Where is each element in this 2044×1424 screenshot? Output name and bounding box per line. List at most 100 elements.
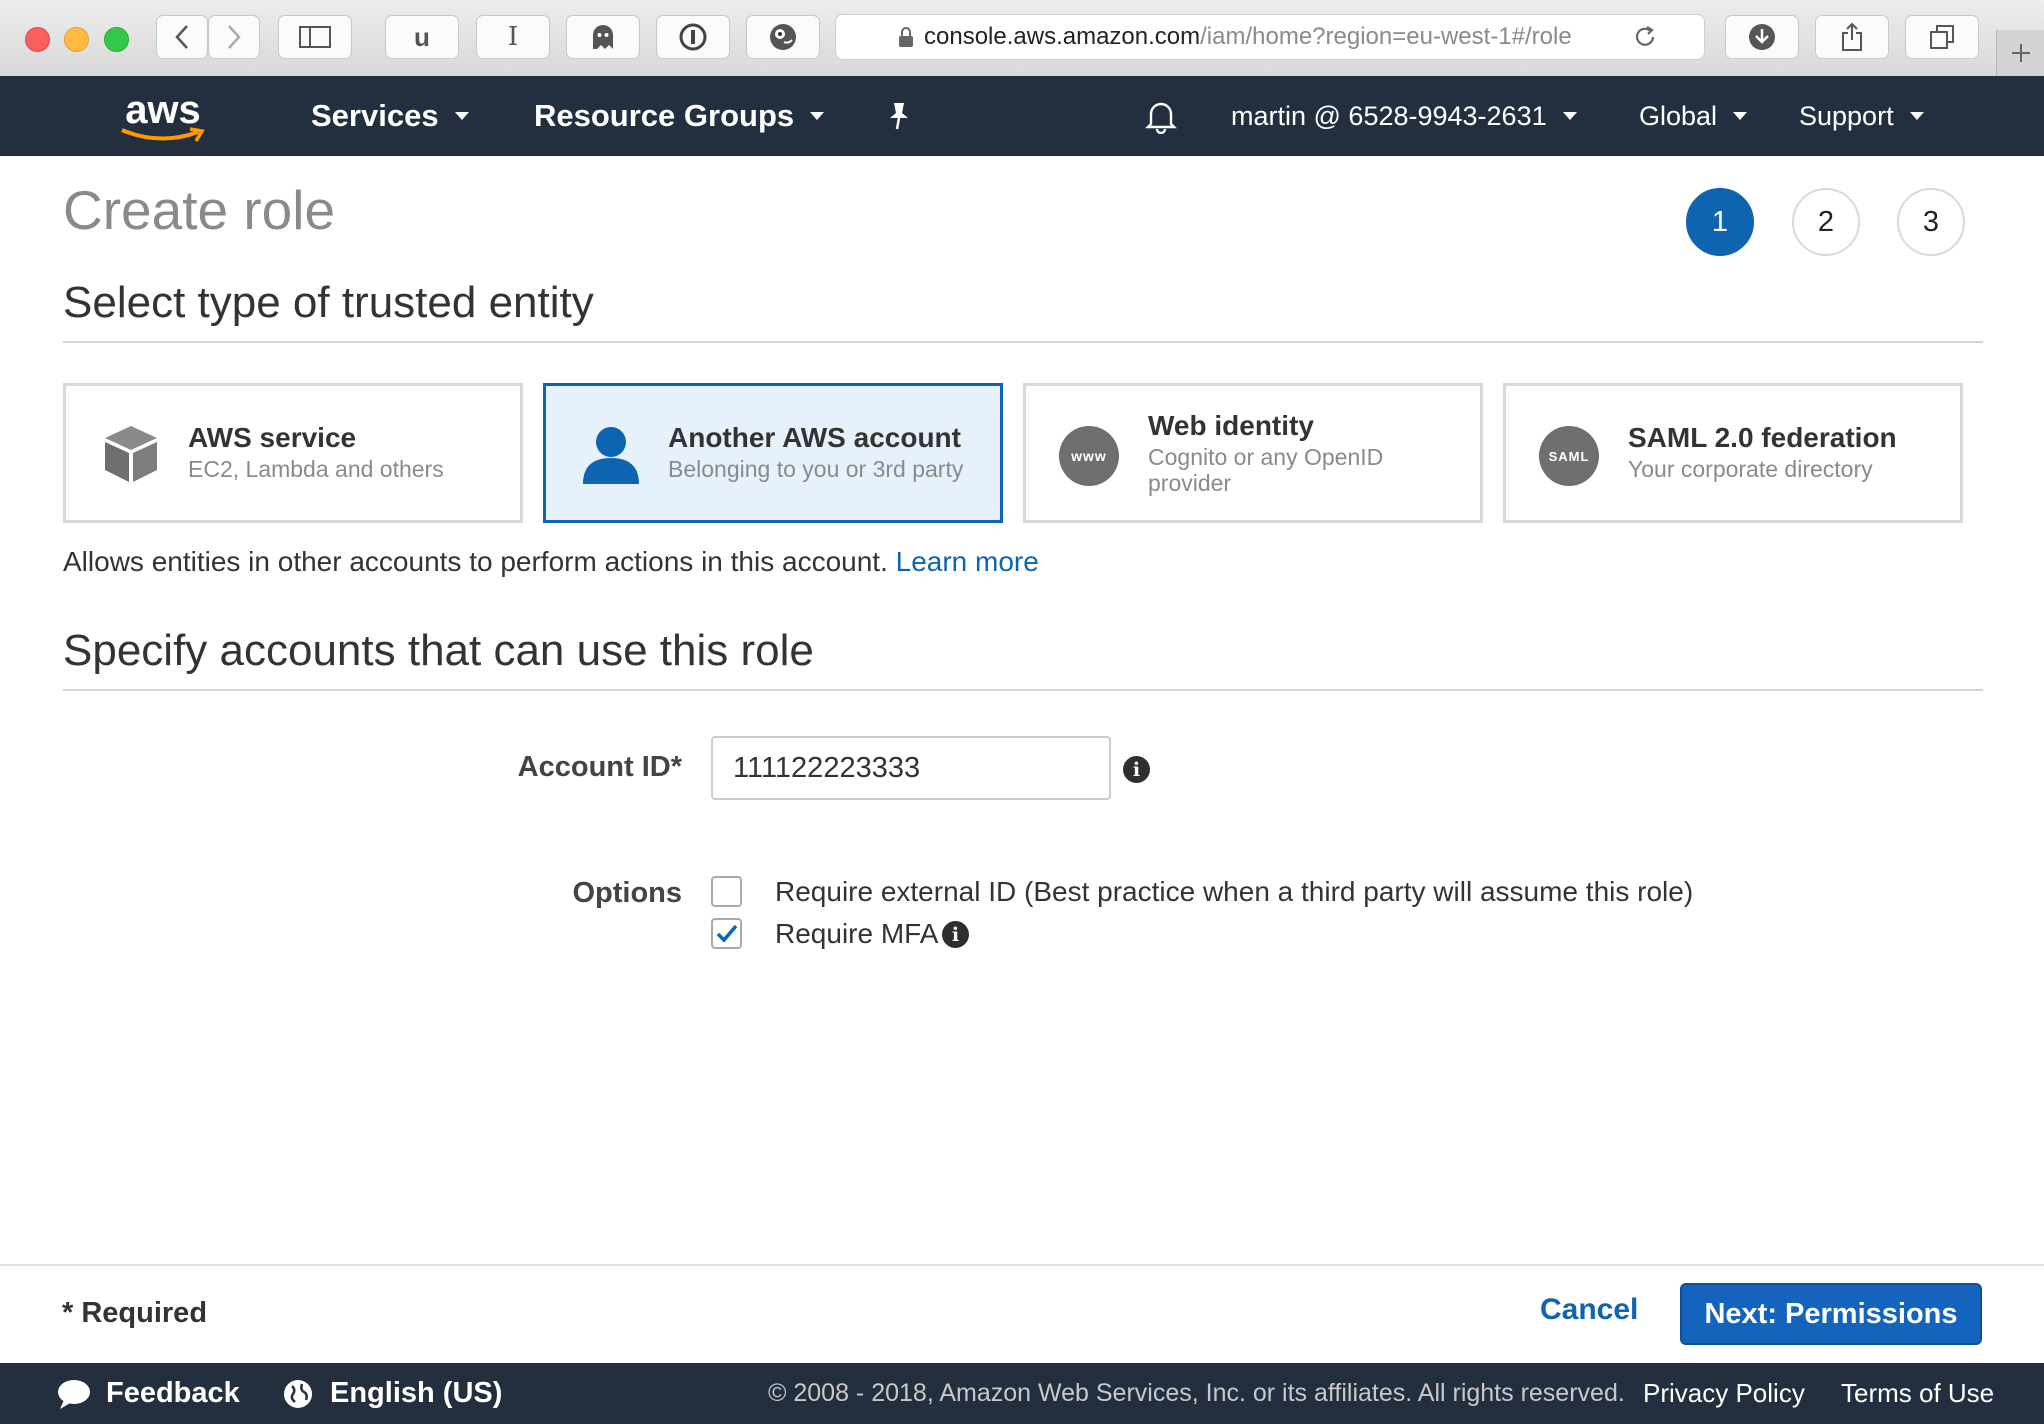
- resource-groups-menu[interactable]: Resource Groups: [534, 76, 825, 156]
- aws-top-nav: aws Services Resource Groups martin @ 65…: [0, 76, 2044, 156]
- plus-icon: [2012, 44, 2030, 62]
- section-divider: [63, 341, 1983, 343]
- services-label: Services: [311, 98, 439, 133]
- entity-card-saml[interactable]: SAML SAML 2.0 federation Your corporate …: [1503, 383, 1963, 523]
- account-id-input[interactable]: [711, 736, 1111, 800]
- wizard-step-2: 2: [1792, 188, 1860, 256]
- ublock-extension-button[interactable]: u: [385, 15, 459, 59]
- page-title: Create role: [63, 179, 336, 241]
- new-tab-button[interactable]: [1996, 30, 2044, 76]
- duck-icon: [770, 24, 796, 50]
- entity-description: Allows entities in other accounts to per…: [63, 546, 1039, 578]
- services-menu[interactable]: Services: [311, 76, 469, 156]
- checkmark-icon: [716, 924, 737, 943]
- require-external-id-checkbox[interactable]: [711, 876, 742, 907]
- terms-of-use-link[interactable]: Terms of Use: [1841, 1363, 1994, 1424]
- zoom-window-button[interactable]: [104, 27, 129, 52]
- address-bar[interactable]: console.aws.amazon.com/iam/home?region=e…: [835, 14, 1705, 60]
- card-title: AWS service: [188, 422, 357, 453]
- share-button[interactable]: [1815, 15, 1889, 59]
- console-footer: Feedback English (US) © 2008 - 2018, Ama…: [0, 1363, 2044, 1424]
- share-icon: [1842, 22, 1862, 51]
- learn-more-link[interactable]: Learn more: [896, 546, 1039, 577]
- require-external-id-label: Require external ID (Best practice when …: [775, 876, 1694, 907]
- minimize-window-button[interactable]: [64, 27, 89, 52]
- support-menu[interactable]: Support: [1799, 76, 1924, 156]
- account-menu[interactable]: martin @ 6528-9943-2631: [1231, 76, 1577, 156]
- wizard-step-3: 3: [1897, 188, 1965, 256]
- sidebar-icon: [299, 26, 331, 48]
- required-note: * Required: [62, 1297, 208, 1329]
- accounts-heading: Specify accounts that can use this role: [63, 626, 814, 675]
- user-icon: [583, 427, 639, 484]
- entity-card-aws-service[interactable]: AWS service EC2, Lambda and others: [63, 383, 523, 523]
- language-selector[interactable]: English (US): [282, 1363, 502, 1424]
- feedback-label: Feedback: [106, 1377, 240, 1409]
- downloads-button[interactable]: [1725, 15, 1799, 59]
- duckduckgo-extension-button[interactable]: [746, 15, 820, 59]
- lock-icon: [899, 27, 913, 47]
- pin-button[interactable]: [886, 76, 912, 156]
- caret-down-icon: [810, 112, 825, 120]
- caret-down-icon: [454, 112, 469, 120]
- caret-down-icon: [1909, 112, 1924, 120]
- privacy-policy-link[interactable]: Privacy Policy: [1643, 1363, 1805, 1424]
- notifications-button[interactable]: [1145, 76, 1177, 156]
- card-subtitle: Your corporate directory: [1628, 456, 1873, 482]
- tabs-overview-button[interactable]: [1905, 15, 1979, 59]
- tabs-icon: [1930, 25, 1954, 49]
- saml-icon: SAML: [1539, 426, 1599, 486]
- resource-groups-label: Resource Groups: [534, 98, 795, 133]
- chevron-left-icon: [175, 25, 188, 49]
- back-button[interactable]: [156, 15, 208, 59]
- password-manager-extension-button[interactable]: [656, 15, 730, 59]
- download-icon: [1749, 24, 1775, 50]
- region-label: Global: [1639, 100, 1718, 131]
- reload-button[interactable]: [1630, 22, 1660, 52]
- language-label: English (US): [330, 1377, 503, 1409]
- options-label: Options: [572, 877, 682, 909]
- globe-icon: [284, 1379, 312, 1408]
- entity-card-another-account[interactable]: Another AWS account Belonging to you or …: [543, 383, 1003, 523]
- trusted-entity-heading: Select type of trusted entity: [63, 278, 594, 327]
- www-icon: www: [1059, 426, 1119, 486]
- 1password-icon: [679, 23, 707, 51]
- copyright-text: © 2008 - 2018, Amazon Web Services, Inc.…: [768, 1379, 1625, 1407]
- ghostery-extension-button[interactable]: [566, 15, 640, 59]
- caret-down-icon: [1733, 112, 1748, 120]
- caret-down-icon: [1562, 112, 1577, 120]
- aws-logo[interactable]: aws: [118, 84, 208, 148]
- sidebar-toggle-button[interactable]: [278, 15, 352, 59]
- aws-smile-icon: [121, 127, 205, 142]
- url-path: /iam/home?region=eu-west-1#/role: [1200, 23, 1572, 50]
- close-window-button[interactable]: [25, 27, 50, 52]
- forward-button[interactable]: [208, 15, 260, 59]
- account-label: martin @ 6528-9943-2631: [1231, 100, 1547, 131]
- aws-logo-text: aws: [125, 88, 201, 132]
- feedback-button[interactable]: Feedback: [56, 1363, 240, 1424]
- card-subtitle: Cognito or any OpenID provider: [1148, 444, 1384, 496]
- require-mfa-label: Require MFA: [775, 918, 939, 949]
- description-text: Allows entities in other accounts to per…: [63, 546, 888, 577]
- url-host: console.aws.amazon.com: [924, 23, 1201, 50]
- ghost-icon: [593, 25, 613, 49]
- info-icon[interactable]: i: [1123, 756, 1150, 783]
- section-divider: [63, 689, 1983, 691]
- info-icon[interactable]: i: [942, 921, 969, 948]
- chevron-right-icon: [228, 25, 241, 49]
- instapaper-extension-button[interactable]: I: [476, 15, 550, 59]
- wizard-step-1: 1: [1686, 188, 1754, 256]
- require-mfa-checkbox[interactable]: [711, 918, 742, 949]
- region-menu[interactable]: Global: [1639, 76, 1748, 156]
- entity-card-web-identity[interactable]: www Web identity Cognito or any OpenID p…: [1023, 383, 1483, 523]
- cube-icon: [105, 426, 157, 482]
- card-title: SAML 2.0 federation: [1628, 422, 1897, 453]
- card-subtitle: EC2, Lambda and others: [188, 456, 444, 482]
- footer-divider: [0, 1264, 2044, 1266]
- browser-toolbar: u I console.aws.amazon.com/iam/home?regi…: [0, 0, 2044, 77]
- bell-icon: [1145, 102, 1177, 134]
- card-subtitle: Belonging to you or 3rd party: [668, 456, 964, 482]
- cancel-button[interactable]: Cancel: [1540, 1293, 1638, 1327]
- next-permissions-button[interactable]: Next: Permissions: [1680, 1283, 1982, 1345]
- account-id-label: Account ID*: [517, 751, 682, 783]
